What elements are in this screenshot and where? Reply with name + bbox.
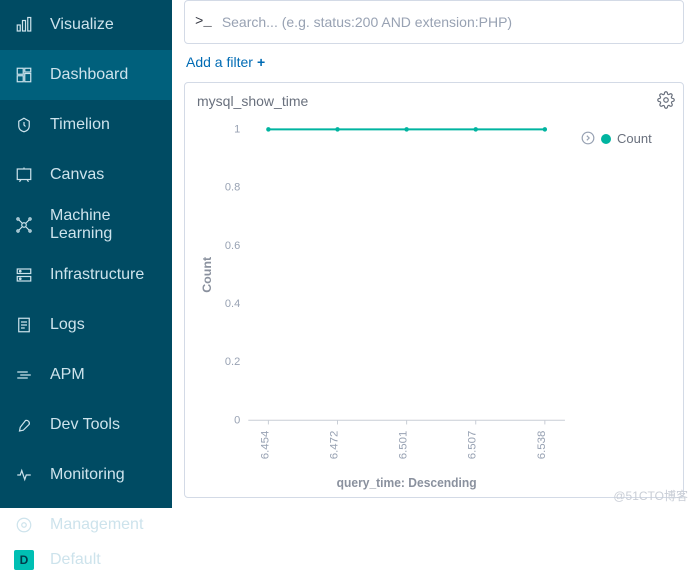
add-filter-button[interactable]: Add a filter + xyxy=(186,54,265,70)
svg-text:1: 1 xyxy=(234,123,240,135)
svg-text:0.4: 0.4 xyxy=(225,298,240,310)
plus-icon: + xyxy=(257,54,265,70)
svg-text:6.454: 6.454 xyxy=(260,431,272,460)
svg-text:Count: Count xyxy=(200,257,214,293)
sidebar-item-dashboard-icon xyxy=(12,66,36,84)
legend-label: Count xyxy=(617,131,652,146)
sidebar-item-label: Machine Learning xyxy=(50,207,160,243)
sidebar-item-label: Timelion xyxy=(50,116,110,134)
add-filter-label: Add a filter xyxy=(186,54,253,70)
sidebar-item-apm-icon xyxy=(12,366,36,384)
chevron-right-icon[interactable] xyxy=(581,131,595,148)
visualization-panel: mysql_show_time 0 0.2 0.4 0.6 0.8 1 Count 6.454… xyxy=(184,82,684,498)
panel-header: mysql_show_time xyxy=(185,83,683,119)
sidebar-item-default[interactable]: D Default xyxy=(0,550,172,570)
sidebar-item-infrastructure[interactable]: Infrastructure xyxy=(0,250,172,300)
space-avatar-icon: D xyxy=(12,550,36,570)
sidebar-item-label: Logs xyxy=(50,316,85,334)
sidebar-item-machine-learning[interactable]: Machine Learning xyxy=(0,200,172,250)
sidebar-item-dev-tools[interactable]: Dev Tools xyxy=(0,400,172,450)
svg-text:0.6: 0.6 xyxy=(225,240,240,252)
sidebar-item-timelion-icon xyxy=(12,116,36,134)
chart-legend: Count xyxy=(575,119,675,493)
sidebar-item-dev-tools-icon xyxy=(12,416,36,434)
sidebar-item-label: Management xyxy=(50,516,143,534)
sidebar-item-machine-learning-icon xyxy=(12,216,36,234)
sidebar-item-label: Visualize xyxy=(50,16,114,34)
chart-area: 0 0.2 0.4 0.6 0.8 1 Count 6.454 6.472 6.501 6.507 6… xyxy=(193,119,575,493)
svg-text:6.538: 6.538 xyxy=(536,431,548,460)
sidebar-item-monitoring[interactable]: Monitoring xyxy=(0,450,172,500)
sidebar-item-label: Dashboard xyxy=(50,66,128,84)
sidebar-item-visualize-icon xyxy=(12,16,36,34)
sidebar-item-label: Infrastructure xyxy=(50,266,144,284)
legend-color-dot xyxy=(601,134,611,144)
sidebar-item-apm[interactable]: APM xyxy=(0,350,172,400)
sidebar-item-infrastructure-icon xyxy=(12,266,36,284)
sidebar-item-label: Default xyxy=(50,551,101,569)
sidebar-item-label: Canvas xyxy=(50,166,104,184)
sidebar-item-management-icon xyxy=(12,516,36,534)
sidebar-item-label: Monitoring xyxy=(50,466,125,484)
gear-icon[interactable] xyxy=(657,91,675,112)
svg-text:query_time: Descending: query_time: Descending xyxy=(337,476,477,490)
sidebar-item-visualize[interactable]: Visualize xyxy=(0,0,172,50)
sidebar-item-logs[interactable]: Logs xyxy=(0,300,172,350)
search-prompt-icon: >_ xyxy=(195,14,212,30)
filter-bar: Add a filter + xyxy=(184,44,684,82)
sidebar: Visualize Dashboard Timelion Canvas Machine … xyxy=(0,0,172,508)
svg-text:6.507: 6.507 xyxy=(467,431,479,460)
svg-text:0.8: 0.8 xyxy=(225,182,240,194)
main-content: >_ Search... (e.g. status:200 AND extens… xyxy=(172,0,694,508)
sidebar-item-canvas-icon xyxy=(12,166,36,184)
sidebar-item-canvas[interactable]: Canvas xyxy=(0,150,172,200)
svg-text:0.2: 0.2 xyxy=(225,356,240,368)
sidebar-item-label: APM xyxy=(50,366,85,384)
sidebar-item-timelion[interactable]: Timelion xyxy=(0,100,172,150)
panel-title: mysql_show_time xyxy=(197,93,308,109)
svg-text:0: 0 xyxy=(234,414,240,426)
sidebar-item-dashboard[interactable]: Dashboard xyxy=(0,50,172,100)
sidebar-item-monitoring-icon xyxy=(12,466,36,484)
svg-text:6.472: 6.472 xyxy=(329,431,341,460)
sidebar-item-logs-icon xyxy=(12,316,36,334)
search-placeholder: Search... (e.g. status:200 AND extension… xyxy=(222,14,512,30)
search-bar[interactable]: >_ Search... (e.g. status:200 AND extens… xyxy=(184,0,684,44)
sidebar-item-label: Dev Tools xyxy=(50,416,120,434)
svg-text:6.501: 6.501 xyxy=(398,431,410,460)
